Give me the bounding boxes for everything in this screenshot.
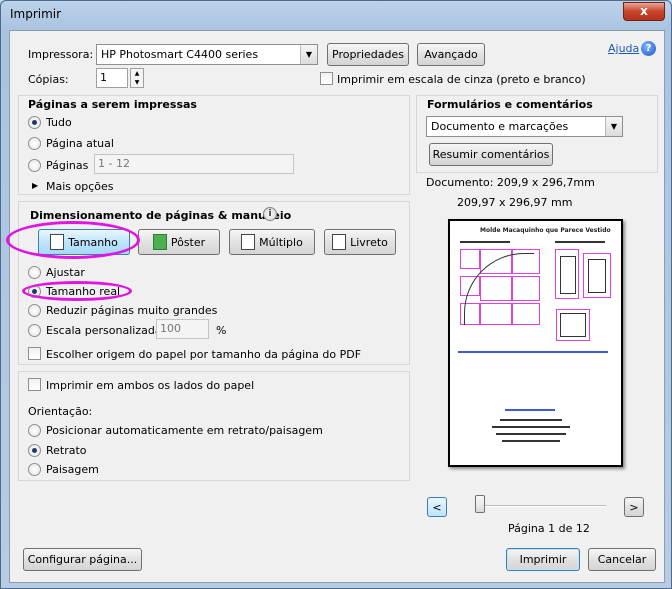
page-range-input[interactable]: 1 - 12 [94,154,294,174]
pattern-outline [560,313,586,337]
duplex-label: Imprimir em ambos os lados do papel [46,379,255,392]
multiple-pages-icon [241,234,256,250]
page-setup-button[interactable]: Configurar página... [23,548,142,571]
preview-text-line [460,241,510,243]
tab-multiple-label: Múltiplo [259,235,303,249]
dialog-body: Impressora: HP Photosmart C4400 series ▼… [6,30,665,583]
preview-text-line [555,241,605,243]
radio-custom-scale[interactable] [28,324,41,337]
orientation-label: Orientação: [28,405,93,418]
pattern-piece [460,249,480,269]
comments-section-title: Formulários e comentários [427,98,593,111]
paper-source-checkbox[interactable] [28,347,41,360]
page-size-label: 209,97 x 296,97 mm [457,196,573,209]
page-indicator: Página 1 de 12 [508,522,590,535]
copies-label: Cópias: [28,73,69,86]
cancel-button[interactable]: Cancelar [588,548,656,571]
booklet-icon [332,234,347,250]
radio-landscape[interactable] [28,463,41,476]
help-link[interactable]: Ajuda [608,42,639,55]
info-icon[interactable]: i [263,207,277,221]
preview-text-line [492,426,570,428]
comments-select[interactable]: Documento e marcações ▼ [426,116,623,137]
shrink-label: Reduzir páginas muito grandes [46,304,218,317]
custom-scale-label: Escala personalizada: [46,324,166,337]
portrait-label: Retrato [46,444,87,457]
printer-select-value: HP Photosmart C4400 series [101,48,259,61]
preview-link-line [458,351,608,353]
page-slider-track[interactable] [476,505,606,507]
tab-poster[interactable]: Pôster [138,229,220,255]
radio-shrink[interactable] [28,304,41,317]
chevron-down-icon[interactable]: ▼ [300,45,317,64]
fit-label: Ajustar [46,266,85,279]
radio-current-page[interactable] [28,137,41,150]
preview-text-line [496,433,566,435]
percent-label: % [216,324,227,337]
chevron-down-icon[interactable]: ▼ [135,79,140,86]
pattern-outline [588,259,606,293]
radio-portrait[interactable] [28,444,41,457]
close-icon: x [640,4,648,18]
preview-text-line [502,440,560,442]
copies-input[interactable]: 1 [96,68,128,88]
custom-scale-input[interactable]: 100 [156,319,209,339]
auto-orientation-label: Posicionar automaticamente em retrato/pa… [46,424,323,437]
printer-label: Impressora: [28,48,94,61]
pages-section-title: Páginas a serem impressas [28,98,197,111]
preview-link-line [505,409,555,411]
chevron-right-icon: > [629,500,639,514]
print-button[interactable]: Imprimir [506,548,580,571]
radio-auto-orientation[interactable] [28,424,41,437]
radio-fit[interactable] [28,266,41,279]
copies-stepper[interactable]: ▲ ▼ [130,68,144,88]
preview-text-line [500,419,562,421]
grayscale-label: Imprimir em escala de cinza (preto e bra… [337,73,586,86]
pattern-outline [560,256,576,294]
triangle-right-icon[interactable]: ▶ [32,181,38,190]
page-slider-handle[interactable] [475,495,485,513]
tab-poster-label: Pôster [170,235,206,249]
close-button[interactable]: x [623,2,665,21]
grayscale-checkbox[interactable] [320,72,333,85]
next-page-button[interactable]: > [624,497,644,517]
highlight-circle [6,221,140,259]
tab-booklet[interactable]: Livreto [324,229,396,255]
all-pages-label: Tudo [46,116,72,129]
help-icon[interactable]: ? [641,41,656,56]
radio-page-range[interactable] [28,159,41,172]
highlight-circle [22,281,132,301]
comments-select-value: Documento e marcações [431,120,569,133]
more-options-link[interactable]: Mais opções [46,180,114,193]
tab-booklet-label: Livreto [350,235,388,249]
properties-button[interactable]: Propriedades [327,43,409,66]
print-dialog: Imprimir x Impressora: HP Photosmart C44… [0,0,672,589]
title-bar: Imprimir x [1,1,671,27]
duplex-checkbox[interactable] [28,378,41,391]
printer-select[interactable]: HP Photosmart C4400 series ▼ [96,44,318,65]
preview-page-title: Molde Macaquinho que Parece Vestido [480,227,611,234]
radio-all-pages[interactable] [28,116,41,129]
chevron-left-icon: < [432,500,442,514]
chevron-up-icon[interactable]: ▲ [135,70,140,77]
summarize-comments-button[interactable]: Resumir comentários [429,143,553,166]
tab-multiple[interactable]: Múltiplo [229,229,315,255]
current-page-label: Página atual [46,137,114,150]
prev-page-button[interactable]: < [427,497,447,517]
advanced-button[interactable]: Avançado [417,43,485,66]
document-size-label: Documento: 209,9 x 296,7mm [426,176,595,189]
dialog-title: Imprimir [10,7,62,21]
chevron-down-icon[interactable]: ▼ [605,117,622,136]
page-range-label: Páginas [46,159,89,172]
paper-source-label: Escolher origem do papel por tamanho da … [46,348,362,361]
print-preview: Molde Macaquinho que Parece Vestido [448,219,623,467]
landscape-label: Paisagem [46,463,99,476]
poster-icon [152,234,167,250]
